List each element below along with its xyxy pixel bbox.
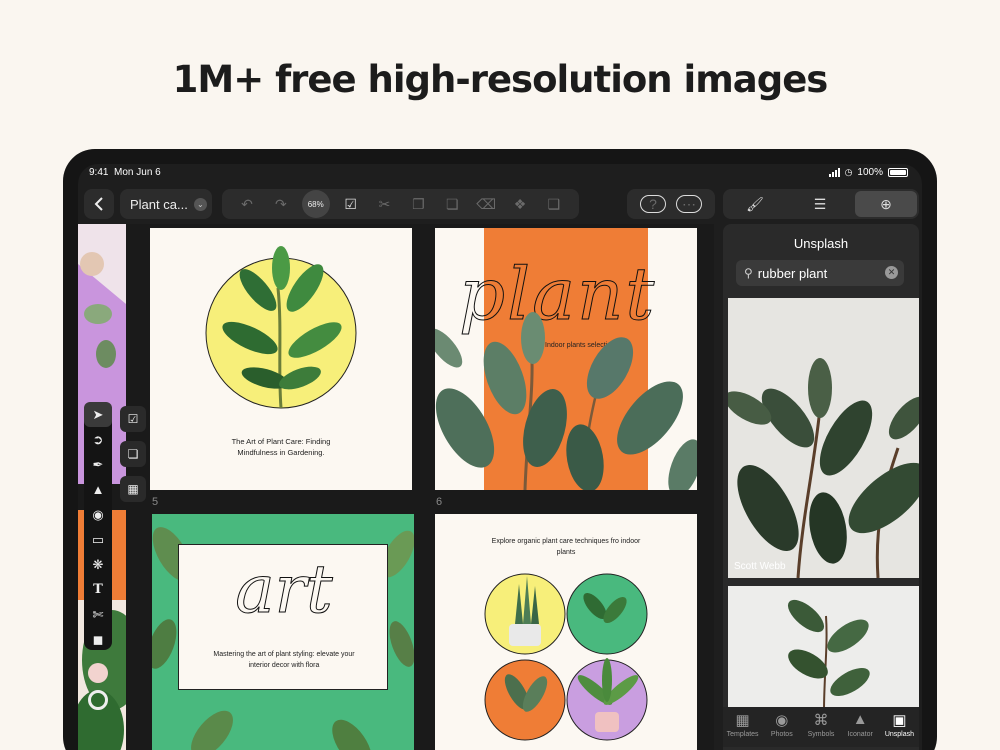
direct-select-icon[interactable]: ➲ — [84, 427, 112, 452]
status-bar: 9:41 Mon Jun 6 ◷ 100% — [78, 164, 922, 184]
zoom-level[interactable]: 68% — [301, 190, 330, 218]
layers-tab-icon[interactable]: ☰ — [790, 196, 850, 213]
chevron-down-icon: ⌄ — [193, 197, 207, 211]
unsplash-photo-2[interactable] — [728, 586, 919, 711]
brush-tab-icon[interactable]: 🖌 — [725, 196, 785, 213]
art-headline: art — [235, 551, 333, 629]
plant-grid-illustration — [484, 573, 648, 741]
color-swatches — [84, 656, 112, 710]
fill-color-swatch[interactable] — [88, 663, 108, 683]
unsplash-panel: Unsplash ⚲ rubber plant ✕ Scott Webb ▦ T… — [723, 224, 919, 750]
stroke-color-swatch[interactable] — [88, 690, 108, 710]
help-icon[interactable]: ? — [640, 195, 666, 213]
document-title: Plant ca... — [130, 196, 188, 212]
rubber-plant-photo — [728, 298, 919, 578]
rectangle-tool-icon[interactable]: ▭ — [84, 527, 112, 552]
camera-icon: ◉ — [775, 712, 789, 729]
scissors-icon[interactable]: ✂ — [372, 196, 398, 213]
trash-icon[interactable]: ⌫ — [473, 196, 499, 213]
lasso-tool-icon[interactable]: ❋ — [84, 552, 112, 577]
status-time: 9:41 Mon Jun 6 — [89, 167, 161, 178]
chevron-left-icon — [94, 197, 103, 211]
panel-title: Unsplash — [793, 236, 849, 251]
clipboard-check-icon[interactable]: ☑ — [120, 406, 146, 432]
app-screen: 9:41 Mon Jun 6 ◷ 100% Plant ca... ⌄ ↶ ↷ … — [78, 164, 922, 750]
copy-style-icon[interactable]: ❖ — [507, 196, 533, 213]
undo-icon[interactable]: ↶ — [234, 196, 260, 213]
copy-icon[interactable]: ❐ — [405, 196, 431, 213]
small-plant-photo — [728, 586, 919, 711]
page-card-4[interactable]: Explore organic plant care techniques fr… — [435, 514, 697, 750]
unsplash-icon: ▣ — [892, 712, 907, 729]
fill-tool-icon[interactable]: ◉ — [84, 502, 112, 527]
page-1-caption: The Art of Plant Care: Finding Mindfulne… — [231, 437, 331, 457]
dock-photos[interactable]: ◉ Photos — [762, 707, 801, 747]
top-toolbar: Plant ca... ⌄ ↶ ↷ 68% ☑ ✂ ❐ ❏ ⌫ ❖ ❑ ? ⋯ … — [78, 188, 922, 220]
page-number-6: 6 — [436, 496, 443, 508]
arrange-icon[interactable]: ▦ — [120, 476, 146, 502]
ipad-frame: 9:41 Mon Jun 6 ◷ 100% Plant ca... ⌄ ↶ ↷ … — [63, 149, 937, 750]
clear-search-icon[interactable]: ✕ — [885, 266, 898, 279]
vector-brush-icon[interactable]: ▲ — [84, 477, 112, 502]
edit-actions-group: ↶ ↷ 68% ☑ ✂ ❐ ❏ ⌫ ❖ ❑ — [222, 189, 579, 219]
text-tool-icon[interactable]: T — [84, 577, 112, 602]
unsplash-photo-1[interactable]: Scott Webb — [728, 298, 919, 578]
photo-credit: Scott Webb — [734, 561, 786, 572]
headline: 1M+ free high-resolution images — [172, 58, 829, 101]
inspector-tabs: 🖌 ☰ ⊕ — [723, 189, 919, 219]
asset-dock: ▦ Templates ◉ Photos ⌘ Symbols ▲ Iconato… — [723, 707, 919, 747]
rubber-plant-illustration — [435, 312, 697, 490]
add-tab-icon[interactable]: ⊕ — [855, 191, 917, 217]
page-number-5: 5 — [152, 496, 159, 508]
rocket-icon: ▲ — [852, 711, 868, 728]
signal-icon — [828, 168, 840, 177]
duplicate-icon[interactable]: ❏ — [439, 196, 465, 213]
back-button[interactable] — [84, 189, 114, 219]
search-input[interactable]: ⚲ rubber plant ✕ — [736, 260, 904, 286]
paste-document-icon[interactable]: ❏ — [120, 441, 146, 467]
paste-style-icon[interactable]: ❑ — [541, 196, 567, 213]
page-card-1[interactable]: The Art of Plant Care: Finding Mindfulne… — [150, 228, 412, 490]
battery-icon — [888, 168, 908, 177]
dock-templates[interactable]: ▦ Templates — [723, 707, 762, 747]
page-card-3[interactable]: art Mastering the art of plant styling: … — [152, 514, 414, 750]
document-title-button[interactable]: Plant ca... ⌄ — [120, 189, 212, 219]
battery-percent: 100% — [857, 167, 883, 178]
page-3-caption: Mastering the art of plant styling: elev… — [213, 651, 355, 669]
eraser-tool-icon[interactable]: ◼ — [84, 627, 112, 652]
templates-icon: ▦ — [735, 712, 750, 729]
dock-symbols[interactable]: ⌘ Symbols — [801, 707, 840, 747]
art-frame: art Mastering the art of plant styling: … — [178, 544, 388, 690]
pen-tool-icon[interactable]: ✒ — [84, 452, 112, 477]
select-arrow-icon[interactable]: ➤ — [84, 402, 112, 427]
search-value: rubber plant — [757, 265, 828, 281]
dock-iconator[interactable]: ▲ Iconator — [841, 707, 880, 747]
scissors-tool-icon[interactable]: ✄ — [84, 602, 112, 627]
dock-unsplash[interactable]: ▣ Unsplash — [880, 707, 919, 747]
search-icon: ⚲ — [744, 266, 753, 280]
page-card-2[interactable]: plant Indoor plants selection — [435, 228, 697, 490]
wifi-icon: ◷ — [844, 167, 853, 177]
command-icon: ⌘ — [813, 712, 829, 729]
more-icon[interactable]: ⋯ — [676, 195, 702, 213]
redo-icon[interactable]: ↷ — [268, 196, 294, 213]
help-group: ? ⋯ — [627, 189, 715, 219]
tool-palette: ➤ ➲ ✒ ▲ ◉ ▭ ❋ T ✄ ◼ — [84, 402, 112, 650]
select-checkbox-icon[interactable]: ☑ — [338, 196, 364, 213]
design-canvas[interactable]: The Art of Plant Care: Finding Mindfulne… — [78, 224, 714, 750]
quick-actions: ☑ ❏ ▦ — [120, 406, 148, 511]
